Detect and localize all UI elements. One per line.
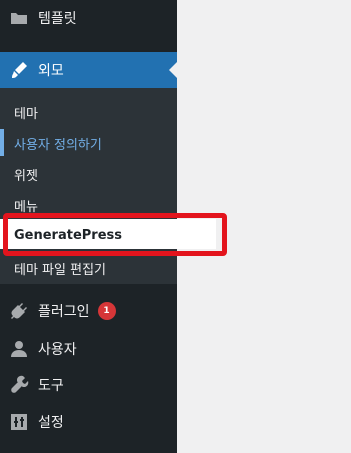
menu-item-settings-label: 설정 <box>38 415 64 431</box>
menu-item-appearance[interactable]: 외모 <box>0 52 177 88</box>
menu-item-tools[interactable]: 도구 <box>0 367 177 403</box>
menu-item-appearance-label: 외모 <box>38 63 64 79</box>
submenu-focus-marker <box>0 129 4 156</box>
folder-icon <box>9 8 29 28</box>
menu-item-users[interactable]: 사용자 <box>0 331 177 367</box>
submenu-item-customize[interactable]: 사용자 정의하기 <box>14 134 102 153</box>
menu-item-plugins-label: 플러그인 <box>38 304 90 320</box>
menu-item-settings[interactable]: 설정 <box>0 404 177 440</box>
highlight-annotation-box <box>3 213 227 256</box>
settings-icon <box>9 412 29 432</box>
current-menu-arrow <box>169 62 177 78</box>
menu-item-plugins[interactable]: 플러그인 1 <box>0 293 177 329</box>
menu-item-users-label: 사용자 <box>38 342 77 358</box>
paintbrush-icon <box>9 60 29 80</box>
plugins-update-badge: 1 <box>97 302 116 320</box>
user-icon <box>9 339 29 359</box>
submenu-item-widgets[interactable]: 위젯 <box>14 165 38 184</box>
plugin-icon <box>9 301 29 321</box>
submenu-item-themes[interactable]: 테마 <box>14 103 38 122</box>
menu-item-templates-label: 템플릿 <box>38 11 77 27</box>
menu-item-templates[interactable]: 템플릿 <box>0 0 177 36</box>
menu-item-tools-label: 도구 <box>38 378 64 394</box>
submenu-item-theme-file-editor[interactable]: 테마 파일 편집기 <box>14 259 106 278</box>
wrench-icon <box>9 375 29 395</box>
